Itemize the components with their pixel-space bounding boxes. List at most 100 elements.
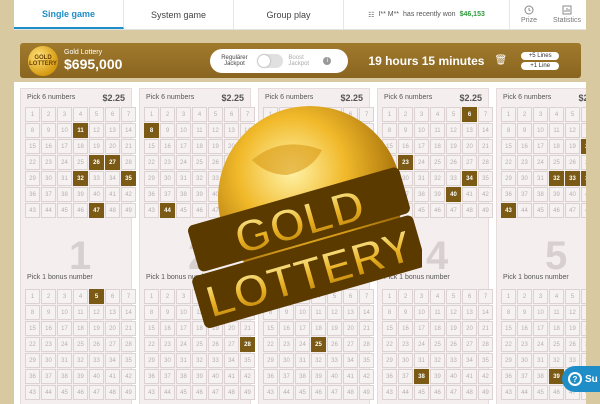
number-cell[interactable]: 32 (549, 171, 564, 186)
number-cell[interactable]: 11 (430, 123, 445, 138)
bonus-number-cell[interactable]: 22 (263, 337, 278, 352)
bonus-number-cell[interactable]: 36 (382, 369, 397, 384)
bonus-number-cell[interactable]: 46 (73, 385, 88, 400)
bonus-number-cell[interactable]: 48 (224, 385, 239, 400)
bonus-number-cell[interactable]: 9 (160, 305, 175, 320)
number-cell[interactable]: 23 (160, 155, 175, 170)
bonus-number-cell[interactable]: 23 (160, 337, 175, 352)
number-cell[interactable]: 6 (105, 107, 120, 122)
number-cell[interactable]: 40 (446, 187, 461, 202)
number-cell[interactable]: 4 (549, 107, 564, 122)
bonus-number-cell[interactable]: 32 (311, 353, 326, 368)
bonus-number-cell[interactable]: 25 (549, 337, 564, 352)
number-cell[interactable]: 1 (501, 107, 516, 122)
bonus-number-cell[interactable]: 3 (533, 289, 548, 304)
trash-icon[interactable]: 🗑 (494, 55, 507, 66)
number-cell[interactable]: 43 (25, 203, 40, 218)
bonus-number-cell[interactable]: 17 (533, 321, 548, 336)
add-1-line-button[interactable]: +1 Line (521, 61, 560, 70)
bonus-number-cell[interactable]: 6 (462, 289, 477, 304)
bonus-number-cell[interactable]: 2 (41, 289, 56, 304)
bonus-number-cell[interactable]: 4 (430, 289, 445, 304)
number-cell[interactable]: 27 (462, 155, 477, 170)
tab-group-play[interactable]: Group play (234, 0, 344, 29)
bonus-number-cell[interactable]: 7 (121, 289, 136, 304)
number-cell[interactable]: 29 (25, 171, 40, 186)
number-cell[interactable]: 30 (160, 171, 175, 186)
bonus-number-cell[interactable]: 27 (343, 337, 358, 352)
bonus-number-cell[interactable]: 31 (414, 353, 429, 368)
number-cell[interactable]: 18 (73, 139, 88, 154)
number-cell[interactable]: 14 (478, 123, 493, 138)
bonus-number-cell[interactable]: 33 (208, 353, 223, 368)
bonus-number-cell[interactable]: 39 (311, 369, 326, 384)
bonus-number-cell[interactable]: 48 (462, 385, 477, 400)
number-cell[interactable]: 20 (105, 139, 120, 154)
bonus-number-cell[interactable]: 7 (478, 289, 493, 304)
bonus-number-cell[interactable]: 32 (192, 353, 207, 368)
number-cell[interactable]: 33 (89, 171, 104, 186)
number-cell[interactable]: 25 (549, 155, 564, 170)
bonus-number-cell[interactable]: 5 (446, 289, 461, 304)
bonus-number-cell[interactable]: 37 (517, 369, 532, 384)
bonus-number-cell[interactable]: 42 (240, 369, 255, 384)
bonus-number-cell[interactable]: 31 (295, 353, 310, 368)
number-cell[interactable]: 32 (430, 171, 445, 186)
bonus-number-cell[interactable]: 47 (327, 385, 342, 400)
bonus-number-cell[interactable]: 13 (105, 305, 120, 320)
number-cell[interactable]: 4 (430, 107, 445, 122)
number-cell[interactable]: 41 (105, 187, 120, 202)
bonus-number-cell[interactable]: 31 (57, 353, 72, 368)
number-cell[interactable]: 42 (121, 187, 136, 202)
bonus-number-cell[interactable]: 45 (414, 385, 429, 400)
bonus-number-cell[interactable]: 42 (359, 369, 374, 384)
number-cell[interactable]: 25 (73, 155, 88, 170)
bonus-number-cell[interactable]: 11 (549, 305, 564, 320)
bonus-number-cell[interactable]: 24 (295, 337, 310, 352)
info-icon[interactable]: i (323, 56, 332, 65)
number-cell[interactable]: 23 (41, 155, 56, 170)
number-cell[interactable]: 34 (581, 171, 586, 186)
number-cell[interactable]: 44 (160, 203, 175, 218)
number-cell[interactable]: 49 (478, 203, 493, 218)
bonus-number-cell[interactable]: 26 (208, 337, 223, 352)
number-cell[interactable]: 26 (446, 155, 461, 170)
number-cell[interactable]: 21 (478, 139, 493, 154)
number-cell[interactable]: 7 (121, 107, 136, 122)
number-cell[interactable]: 35 (478, 171, 493, 186)
number-cell[interactable]: 2 (41, 107, 56, 122)
number-cell[interactable]: 11 (73, 123, 88, 138)
bonus-number-cell[interactable]: 44 (398, 385, 413, 400)
bonus-number-cell[interactable]: 11 (430, 305, 445, 320)
number-cell[interactable]: 15 (25, 139, 40, 154)
prize-button[interactable]: Prize (510, 0, 548, 29)
bonus-number-cell[interactable]: 39 (73, 369, 88, 384)
bonus-number-cell[interactable]: 19 (446, 321, 461, 336)
number-cell[interactable]: 22 (25, 155, 40, 170)
bonus-number-cell[interactable]: 49 (240, 385, 255, 400)
number-cell[interactable]: 3 (57, 107, 72, 122)
bonus-number-cell[interactable]: 1 (501, 289, 516, 304)
add-5-lines-button[interactable]: +5 Lines (521, 51, 560, 60)
number-cell[interactable]: 13 (462, 123, 477, 138)
number-cell[interactable]: 9 (41, 123, 56, 138)
number-cell[interactable]: 16 (160, 139, 175, 154)
bonus-number-cell[interactable]: 39 (430, 369, 445, 384)
tab-single-game[interactable]: Single game (14, 0, 124, 29)
number-cell[interactable]: 34 (462, 171, 477, 186)
bonus-number-cell[interactable]: 43 (382, 385, 397, 400)
bonus-number-cell[interactable]: 26 (446, 337, 461, 352)
number-cell[interactable]: 27 (581, 155, 586, 170)
bonus-number-cell[interactable]: 23 (279, 337, 294, 352)
number-cell[interactable]: 28 (121, 155, 136, 170)
bonus-number-cell[interactable]: 29 (263, 353, 278, 368)
number-cell[interactable]: 47 (565, 203, 580, 218)
number-cell[interactable]: 6 (581, 107, 586, 122)
bonus-number-cell[interactable]: 9 (41, 305, 56, 320)
number-cell[interactable]: 31 (57, 171, 72, 186)
number-cell[interactable]: 10 (57, 123, 72, 138)
number-cell[interactable]: 46 (430, 203, 445, 218)
bonus-number-cell[interactable]: 13 (462, 305, 477, 320)
bonus-number-cell[interactable]: 20 (581, 321, 586, 336)
bonus-number-cell[interactable]: 15 (501, 321, 516, 336)
